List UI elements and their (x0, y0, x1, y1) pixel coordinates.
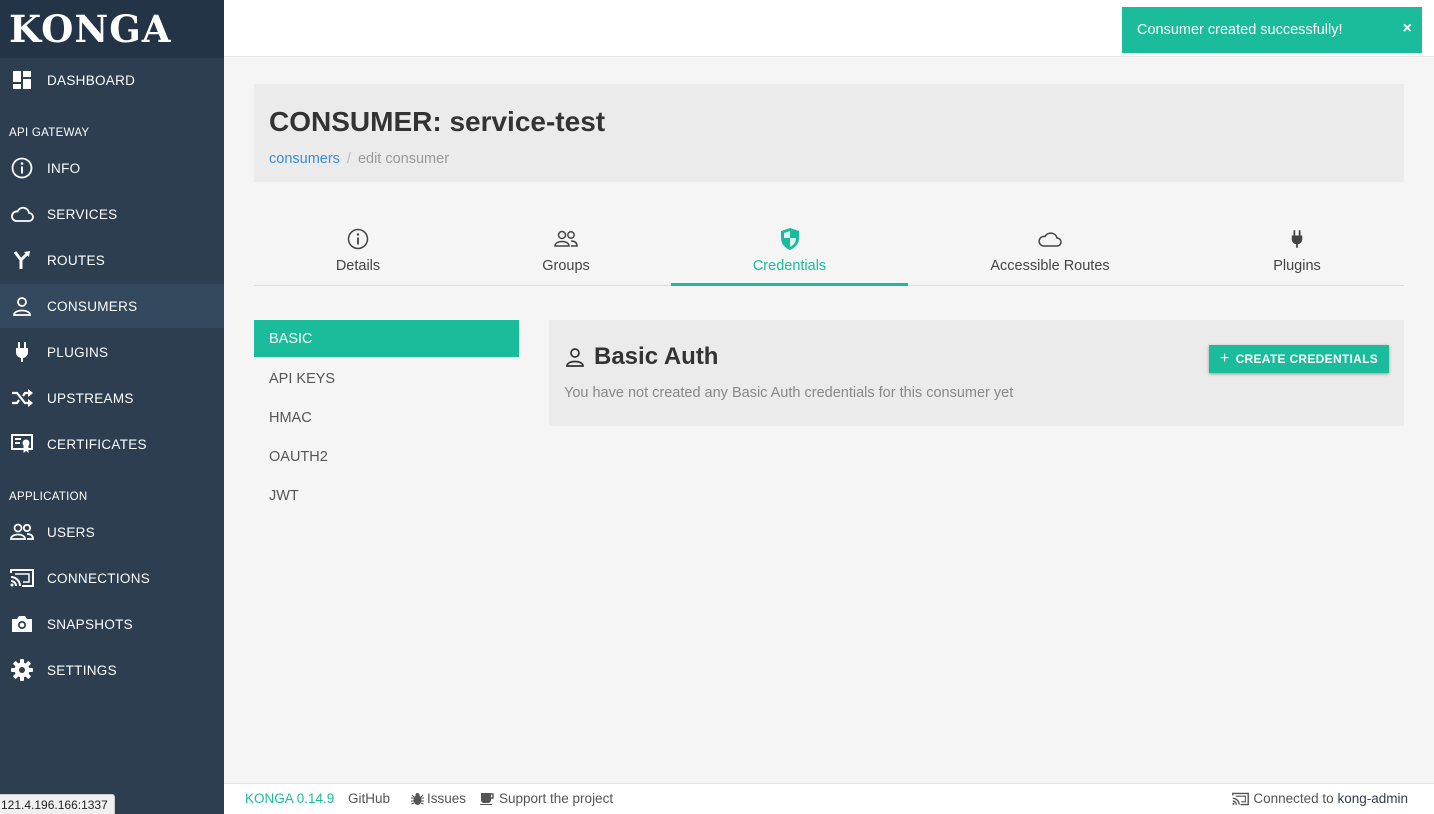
tab-label: Plugins (1273, 258, 1321, 274)
tab-credentials[interactable]: Credentials (671, 220, 908, 286)
panel-title: Basic Auth (565, 343, 718, 371)
status-bar-url: 121.4.196.166:1337 (0, 794, 115, 814)
sidebar-item-users[interactable]: USERS (0, 510, 224, 554)
sidebar-item-services[interactable]: SERVICES (0, 192, 224, 236)
footer-support-label: Support the project (499, 791, 614, 806)
cloud-icon (10, 202, 34, 226)
gear-icon (10, 658, 34, 682)
plug-icon (10, 340, 34, 364)
breadcrumb-consumers-link[interactable]: consumers (269, 151, 340, 167)
panel-title-text: Basic Auth (594, 343, 719, 370)
footer-issues-label: Issues (427, 791, 467, 806)
footer-version[interactable]: KONGA 0.14.9 (245, 791, 334, 806)
info-icon (347, 226, 369, 252)
section-api-gateway: API GATEWAY (9, 127, 90, 139)
tab-accessible-routes[interactable]: Accessible Routes (964, 220, 1136, 286)
sidebar-item-certificates[interactable]: CERTIFICATES (0, 422, 224, 466)
users-icon (10, 520, 34, 544)
basic-auth-panel: Basic Auth You have not created any Basi… (549, 320, 1404, 426)
tab-plugins[interactable]: Plugins (1212, 220, 1382, 286)
sidebar-item-label: DASHBOARD (47, 72, 136, 88)
credential-type-basic[interactable]: BASIC (254, 320, 519, 357)
sidebar-item-settings[interactable]: SETTINGS (0, 648, 224, 692)
logo-text: KONGA (9, 7, 172, 51)
person-icon (10, 294, 34, 318)
empty-credentials-message: You have not created any Basic Auth cred… (564, 385, 1014, 401)
sidebar: KONGA DASHBOARD API GATEWAY INFO SERVICE… (0, 0, 224, 814)
toast-close-button[interactable]: × (1403, 20, 1412, 38)
sidebar-item-label: SETTINGS (47, 662, 117, 678)
sidebar-item-info[interactable]: INFO (0, 146, 224, 190)
dashboard-icon (10, 68, 34, 92)
breadcrumb-current: edit consumer (357, 151, 450, 167)
tab-label: Groups (542, 258, 590, 274)
footer-connected-label: Connected to (1253, 791, 1334, 806)
credential-type-oauth2[interactable]: OAUTH2 (254, 437, 519, 476)
tab-label: Credentials (752, 258, 827, 274)
footer-issues-link[interactable]: Issues (411, 791, 466, 806)
sidebar-item-label: CONNECTIONS (47, 570, 151, 586)
certificate-icon (10, 432, 34, 456)
footer-connection-name[interactable]: kong-admin (1337, 791, 1408, 806)
footer: KONGA 0.14.9 GitHub Issues Support the p… (224, 783, 1434, 814)
success-toast: Consumer created successfully! × (1122, 7, 1422, 53)
camera-icon (10, 612, 34, 636)
breadcrumb-separator: / (346, 151, 351, 167)
footer-github-link[interactable]: GitHub (348, 791, 390, 806)
credential-type-hmac[interactable]: HMAC (254, 398, 519, 437)
sidebar-item-label: SERVICES (47, 206, 118, 222)
page-title: CONSUMER: service-test (269, 106, 606, 137)
plus-icon: + (1219, 350, 1230, 367)
page-header: CONSUMER: service-test consumers / edit co… (254, 84, 1404, 182)
fork-icon (10, 248, 34, 272)
konga-logo[interactable]: KONGA (0, 0, 224, 58)
cast-icon (1232, 792, 1250, 806)
footer-support-link[interactable]: Support the project (480, 791, 613, 806)
sidebar-item-consumers[interactable]: CONSUMERS (0, 284, 224, 328)
sidebar-item-label: PLUGINS (47, 344, 109, 360)
sidebar-item-label: ROUTES (47, 252, 106, 268)
info-icon (10, 156, 34, 180)
credential-type-list: BASIC API KEYS HMAC OAUTH2 JWT (254, 320, 519, 515)
toast-message: Consumer created successfully! (1137, 22, 1343, 38)
sidebar-item-plugins[interactable]: PLUGINS (0, 330, 224, 374)
shuffle-icon (10, 386, 34, 410)
sidebar-item-label: CERTIFICATES (47, 436, 147, 452)
person-icon (565, 347, 585, 367)
sidebar-item-label: USERS (47, 524, 96, 540)
sidebar-item-label: INFO (47, 160, 81, 176)
create-credentials-label: CREATE CREDENTIALS (1235, 352, 1379, 366)
cloud-icon (1037, 226, 1063, 252)
sidebar-item-upstreams[interactable]: UPSTREAMS (0, 376, 224, 420)
tab-label: Details (335, 258, 381, 274)
sidebar-item-dashboard[interactable]: DASHBOARD (0, 58, 224, 102)
coffee-icon (480, 792, 494, 805)
footer-connection-status: Connected to kong-admin (1232, 791, 1408, 806)
breadcrumb: consumers / edit consumer (269, 151, 449, 167)
sidebar-item-label: UPSTREAMS (47, 390, 134, 406)
sidebar-item-routes[interactable]: ROUTES (0, 238, 224, 282)
credential-type-api-keys[interactable]: API KEYS (254, 359, 519, 398)
sidebar-item-label: CONSUMERS (47, 298, 138, 314)
plug-icon (1290, 226, 1304, 252)
consumer-tabs: Details Groups Credentials Accessible Ro… (254, 220, 1404, 286)
tab-groups[interactable]: Groups (482, 220, 650, 286)
create-credentials-button[interactable]: + CREATE CREDENTIALS (1209, 345, 1389, 373)
sidebar-item-connections[interactable]: CONNECTIONS (0, 556, 224, 600)
shield-icon (780, 226, 800, 252)
sidebar-item-snapshots[interactable]: SNAPSHOTS (0, 602, 224, 646)
cast-icon (10, 566, 34, 590)
tab-label: Accessible Routes (990, 258, 1110, 274)
credential-type-jwt[interactable]: JWT (254, 476, 519, 515)
bug-icon (411, 792, 424, 806)
users-icon (554, 226, 578, 252)
section-application: APPLICATION (9, 491, 88, 503)
tab-details[interactable]: Details (274, 220, 442, 286)
sidebar-item-label: SNAPSHOTS (47, 616, 133, 632)
